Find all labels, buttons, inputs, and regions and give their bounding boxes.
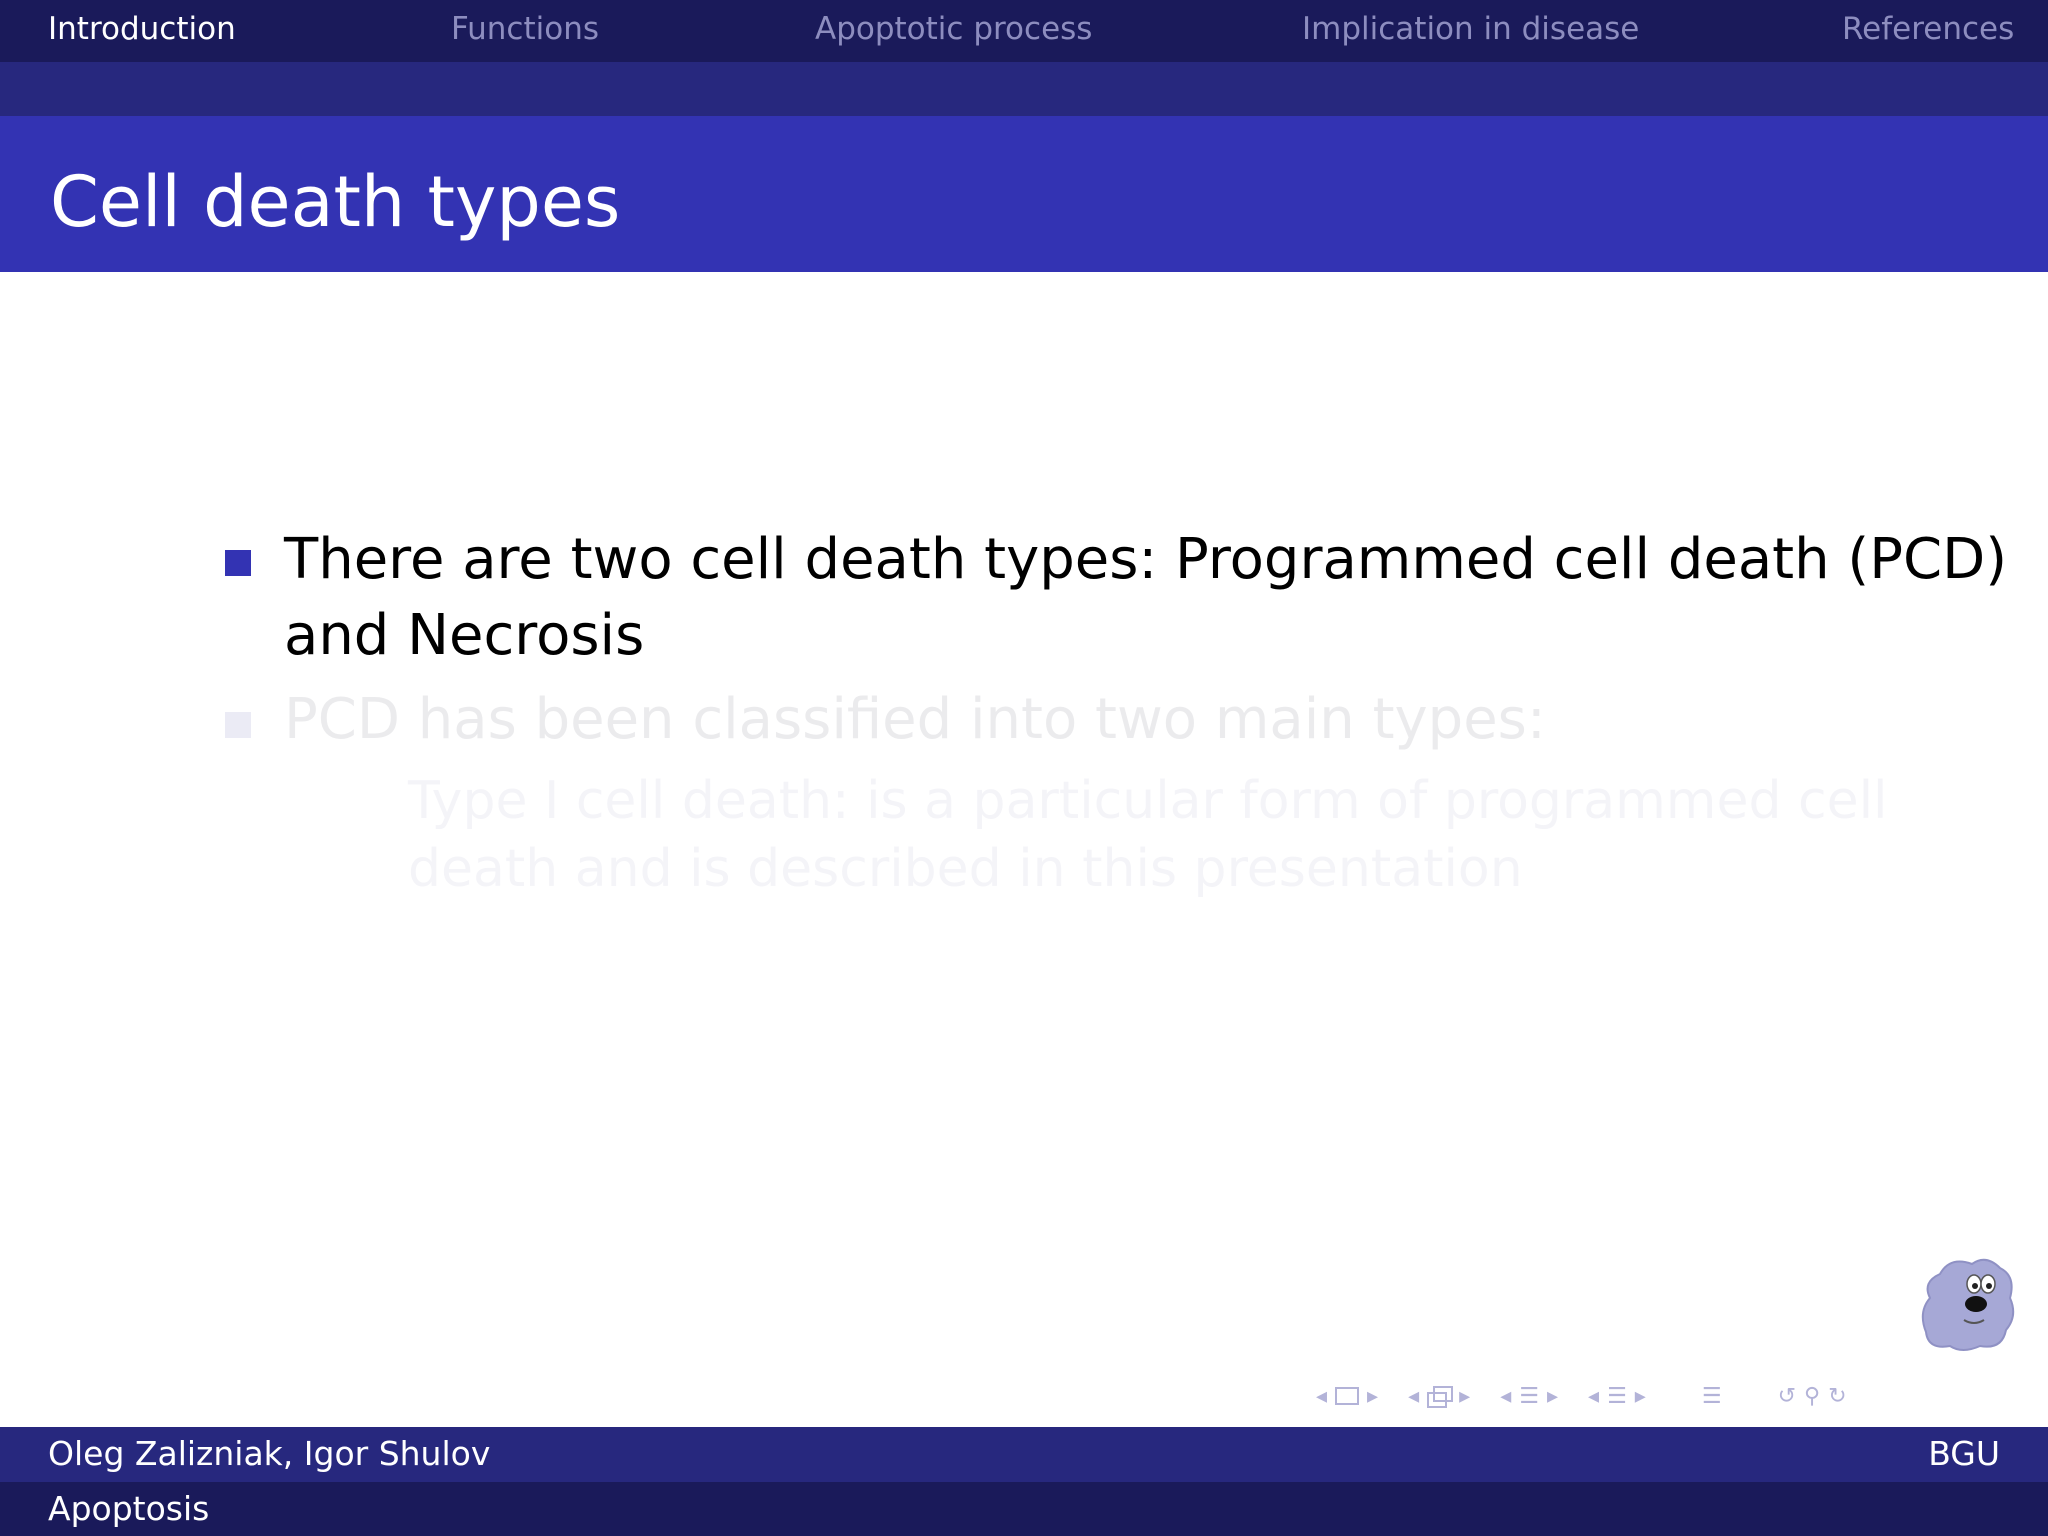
- nav-frame-prev-icon[interactable]: ◂: [1316, 1384, 1327, 1409]
- nav-search-icon[interactable]: ⚲: [1804, 1384, 1820, 1409]
- nav-subsection-next-icon[interactable]: ▸: [1459, 1384, 1470, 1409]
- subsection-bar: [0, 62, 2048, 116]
- nav-section-prev-icon[interactable]: ◂: [1500, 1384, 1511, 1409]
- cell-mascot-logo: [1921, 1258, 2015, 1351]
- bullet-square-icon: [225, 712, 251, 738]
- nav-section-icon[interactable]: ☰: [1519, 1384, 1539, 1409]
- nav-appendix-icon[interactable]: ☰: [1702, 1384, 1722, 1409]
- nav-subsection-prev-icon[interactable]: ◂: [1408, 1384, 1419, 1409]
- footer-title-bar: [0, 1482, 2048, 1536]
- nav-frame-icon[interactable]: [1335, 1387, 1360, 1405]
- nav-section-introduction[interactable]: Introduction: [48, 10, 236, 48]
- footer-authors: Oleg Zalizniak, Igor Shulov: [48, 1434, 491, 1473]
- nav-document-prev-icon[interactable]: ◂: [1588, 1384, 1599, 1409]
- bullet-square-icon: [225, 550, 251, 576]
- sub-item-line-1: Type I cell death: is a particular form …: [408, 771, 1888, 831]
- section-navigation-bar: Introduction Functions Apoptotic process…: [0, 0, 2048, 62]
- footer-institute: BGU: [1928, 1434, 2000, 1473]
- nav-section-functions[interactable]: Functions: [451, 10, 599, 48]
- bullet-text-line-2: and Necrosis: [284, 603, 645, 668]
- beamer-navigation-symbols: ◂ ▸ ◂ ▸ ◂ ☰ ▸ ◂ ☰ ▸ ☰ ↺ ⚲ ↻: [1316, 1376, 1847, 1416]
- nav-subsection-icon[interactable]: [1427, 1386, 1454, 1408]
- nav-section-apoptotic-process[interactable]: Apoptotic process: [815, 10, 1092, 48]
- nav-back-icon[interactable]: ↺: [1778, 1384, 1796, 1409]
- nav-section-next-icon[interactable]: ▸: [1547, 1384, 1558, 1409]
- footer-short-title: Apoptosis: [48, 1489, 210, 1528]
- sub-item-line-2: death and is described in this presentat…: [408, 839, 1523, 899]
- nav-section-references[interactable]: References: [1842, 10, 2014, 48]
- nav-forward-icon[interactable]: ↻: [1828, 1384, 1846, 1409]
- frame-title: Cell death types: [50, 161, 621, 243]
- bullet-text-faded: PCD has been classified into two main ty…: [284, 687, 1546, 752]
- nav-document-icon[interactable]: ☰: [1607, 1384, 1627, 1409]
- nav-document-next-icon[interactable]: ▸: [1635, 1384, 1646, 1409]
- nav-section-implication-in-disease[interactable]: Implication in disease: [1302, 10, 1639, 48]
- nav-frame-next-icon[interactable]: ▸: [1367, 1384, 1378, 1409]
- bullet-text-line-1: There are two cell death types: Programm…: [284, 527, 2008, 592]
